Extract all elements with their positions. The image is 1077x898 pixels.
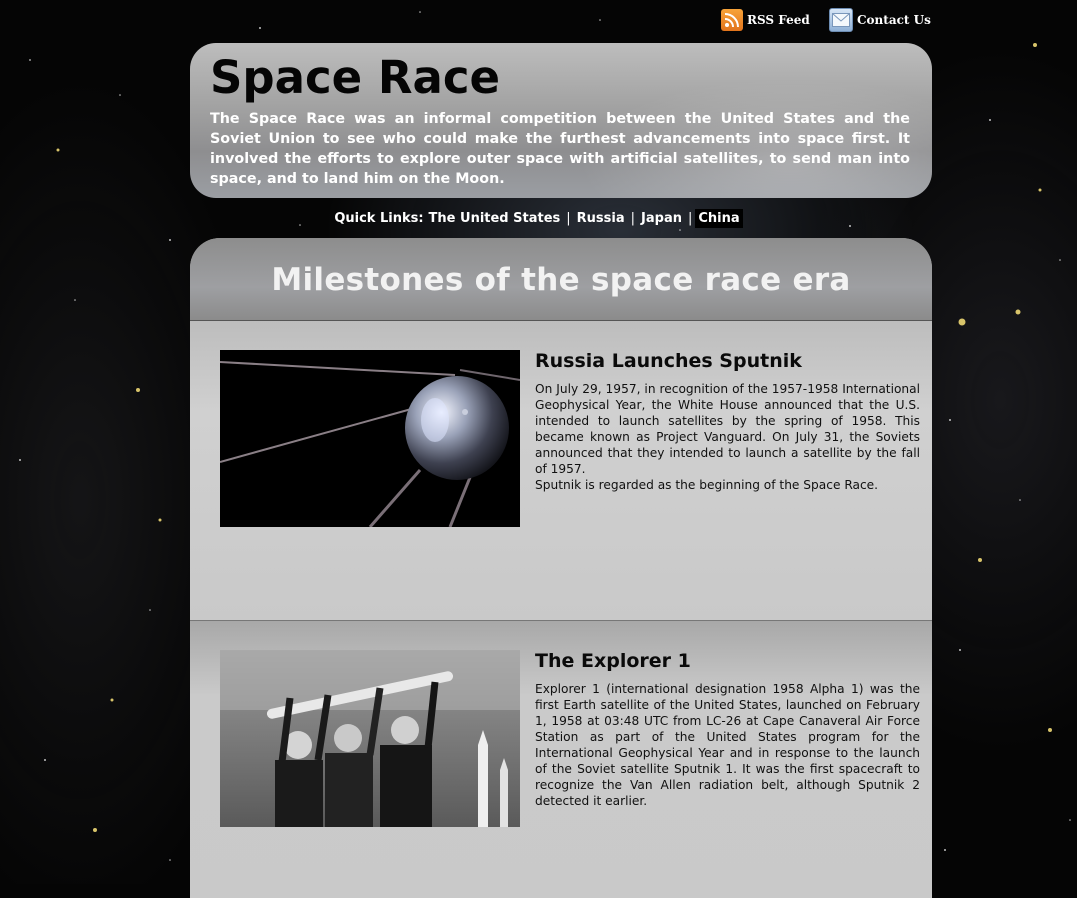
header-panel: Space Race The Space Race was an informa… [190, 43, 932, 198]
site-description: The Space Race was an informal competiti… [210, 111, 910, 187]
contact-us-label: Contact Us [857, 13, 931, 27]
separator: | [687, 211, 693, 226]
quick-links-label: Quick Links: [334, 211, 424, 226]
article-sputnik: Russia Launches Sputnik On July 29, 1957… [190, 321, 932, 621]
explorer-1-image [220, 650, 520, 827]
sputnik-image [220, 350, 520, 527]
content-heading: Milestones of the space race era [271, 262, 851, 298]
mail-icon [829, 8, 853, 32]
quick-link-china[interactable]: China [695, 209, 743, 228]
contact-us-link[interactable]: Contact Us [829, 8, 931, 32]
article-paragraph: Sputnik is regarded as the beginning of … [535, 478, 879, 492]
article-body: Explorer 1 (international designation 19… [535, 681, 920, 809]
site-title: Space Race [210, 51, 501, 104]
article-explorer-1: The Explorer 1 Explorer 1 (international… [190, 621, 932, 898]
quick-link-japan[interactable]: Japan [638, 211, 685, 226]
content-header: Milestones of the space race era [190, 238, 932, 321]
main-content-panel: Milestones of the space race era Russia … [190, 238, 932, 898]
article-body: On July 29, 1957, in recognition of the … [535, 381, 920, 493]
rss-feed-label: RSS Feed [747, 13, 810, 27]
rss-feed-link[interactable]: RSS Feed [721, 8, 810, 32]
quick-links-bar: Quick Links: The United States | Russia … [0, 209, 1077, 228]
quick-link-united-states[interactable]: The United States [426, 211, 564, 226]
quick-link-russia[interactable]: Russia [574, 211, 628, 226]
article-paragraph: Explorer 1 (international designation 19… [535, 682, 920, 808]
article-paragraph: On July 29, 1957, in recognition of the … [535, 382, 920, 476]
separator: | [630, 211, 636, 226]
rss-icon [721, 9, 743, 31]
separator: | [566, 211, 571, 226]
article-title: Russia Launches Sputnik [535, 350, 802, 372]
article-title: The Explorer 1 [535, 650, 691, 672]
